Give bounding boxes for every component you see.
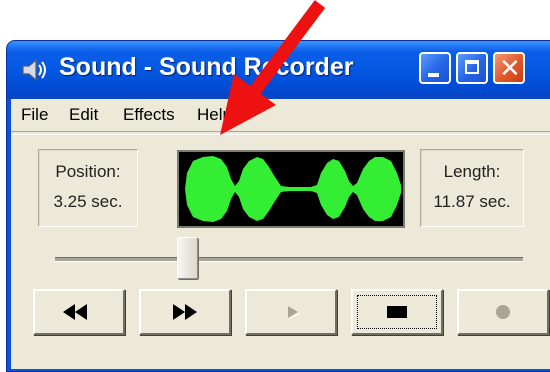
sound-recorder-window: Sound - Sound Recorder ✕ File Edit Effec… [6,40,550,372]
close-button[interactable]: ✕ [493,52,525,84]
menu-edit[interactable]: Edit [69,105,98,125]
position-label: Position: [55,162,121,181]
minimize-icon [428,73,439,77]
window-title: Sound - Sound Recorder [59,53,354,81]
title-bar[interactable]: Sound - Sound Recorder ✕ [7,41,550,99]
position-slider-track[interactable] [55,257,523,262]
fast-forward-icon [173,304,197,320]
client-area: File Edit Effects Help Position: 3.25 se… [11,99,550,369]
minimize-button[interactable] [419,52,451,84]
position-readout: Position: 3.25 sec. [38,149,138,227]
length-readout: Length: 11.87 sec. [420,149,524,227]
record-icon [496,305,510,319]
length-label: Length: [443,162,501,181]
menu-effects[interactable]: Effects [123,105,175,125]
play-icon [288,306,300,320]
play-button[interactable] [245,289,337,335]
waveform-display [177,150,405,228]
stop-icon [387,306,407,318]
stop-button[interactable] [351,289,443,335]
menu-bar: File Edit Effects Help [11,99,550,131]
menu-file[interactable]: File [21,105,48,125]
waveform-envelope [185,156,401,222]
menu-help[interactable]: Help [197,105,232,125]
position-slider-thumb[interactable] [177,237,198,279]
position-value: 3.25 sec. [53,192,123,211]
close-icon: ✕ [499,53,521,83]
maximize-icon [465,60,479,74]
rewind-icon [63,304,87,320]
seek-to-end-button[interactable] [139,289,231,335]
speaker-icon[interactable] [19,55,49,85]
maximize-button[interactable] [456,52,488,84]
length-value: 11.87 sec. [433,192,511,211]
menu-separator [11,131,550,135]
seek-to-start-button[interactable] [33,289,125,335]
record-button[interactable] [457,289,549,335]
waveform-graph [185,156,401,222]
